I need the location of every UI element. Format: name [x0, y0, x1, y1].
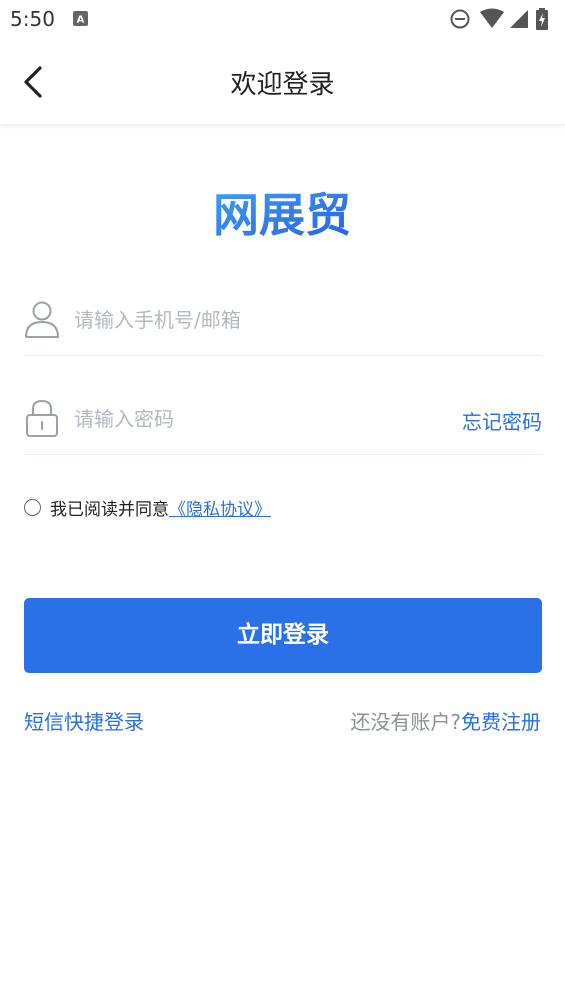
forgot-password-link[interactable]: 忘记密码 — [462, 406, 542, 435]
agreement-text: 我已阅读并同意 — [50, 499, 169, 520]
notification-a-icon: A — [73, 11, 88, 26]
agreement-checkbox[interactable] — [24, 498, 41, 516]
lock-icon — [26, 399, 58, 437]
register-prompt: 还没有账户? — [350, 710, 461, 734]
user-icon — [25, 301, 59, 338]
app-bar: 欢迎登录 — [0, 40, 565, 125]
do-not-disturb-icon — [450, 9, 470, 29]
privacy-policy-link[interactable]: 《隐私协议》 — [169, 495, 271, 520]
logo-text: 网展贸 — [213, 188, 351, 242]
battery-icon — [536, 8, 548, 30]
signal-icon — [510, 10, 528, 28]
status-time: 5:50 — [10, 7, 55, 31]
password-field: 忘记密码 — [24, 384, 542, 455]
login-button[interactable]: 立即登录 — [24, 598, 542, 673]
agreement-row: 我已阅读并同意 《隐私协议》 — [24, 494, 271, 520]
wifi-icon — [480, 8, 504, 28]
register-row: 还没有账户?免费注册 — [350, 706, 541, 735]
password-input[interactable] — [74, 402, 434, 436]
sms-login-link[interactable]: 短信快捷登录 — [24, 706, 144, 735]
app-logo: 网展贸 — [205, 183, 360, 245]
account-field — [24, 285, 542, 356]
page-title: 欢迎登录 — [230, 70, 335, 100]
svg-text:A: A — [77, 15, 85, 26]
register-link[interactable]: 免费注册 — [461, 710, 541, 734]
account-input[interactable] — [74, 303, 434, 337]
status-bar: 5:50 A — [0, 0, 565, 40]
status-icons — [449, 8, 555, 30]
